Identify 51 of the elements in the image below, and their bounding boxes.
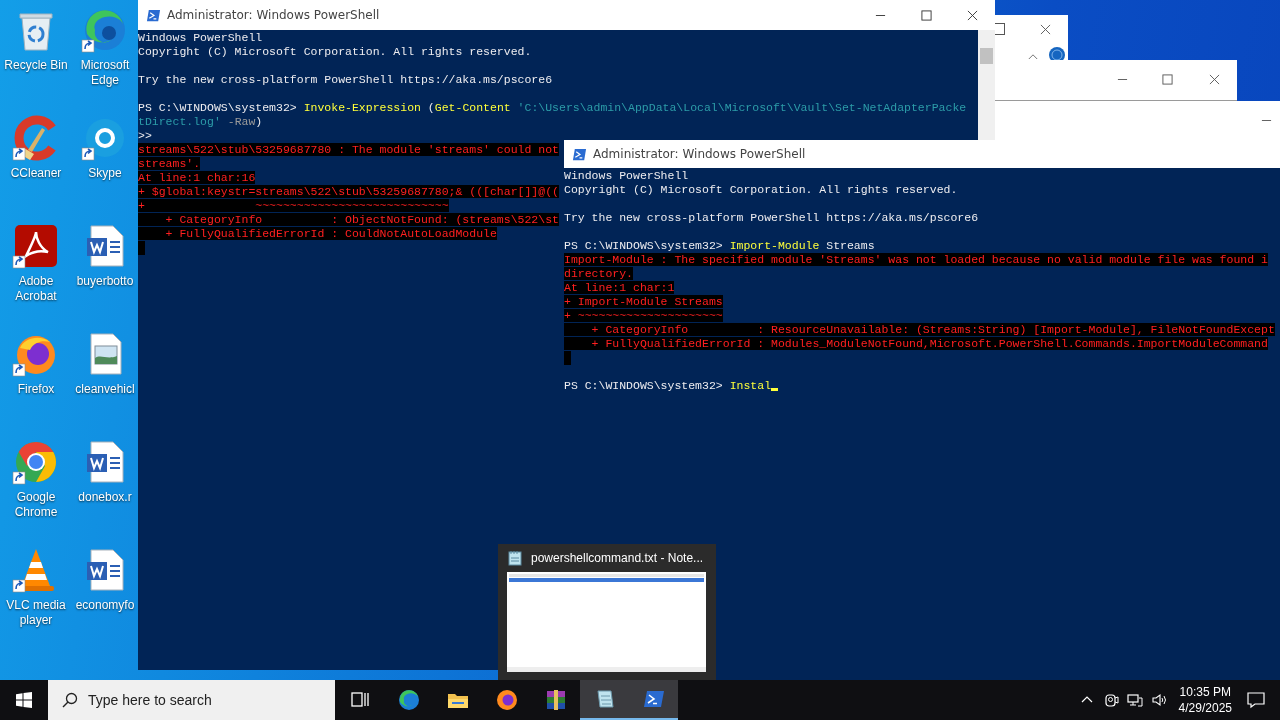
- preview-title: powershellcommand.txt - Note...: [531, 551, 704, 565]
- search-icon: [62, 692, 78, 708]
- network-icon[interactable]: [1126, 692, 1143, 708]
- browser-icon: [396, 688, 421, 712]
- volume-icon[interactable]: [1150, 692, 1167, 708]
- console-line: PS C:\WINDOWS\system32> Import-Module Streams: [564, 239, 876, 253]
- search-field[interactable]: Type here to search: [48, 680, 335, 720]
- console-line: Windows PowerShell: [564, 169, 690, 183]
- console-line: PS C:\WINDOWS\system32> Instal: [564, 379, 1280, 393]
- maximize-icon[interactable]: [1162, 74, 1173, 85]
- webcam-icon[interactable]: [1102, 692, 1119, 708]
- desktop-shortcut[interactable]: Adobe Acrobat: [0, 222, 72, 304]
- desktop-shortcut[interactable]: buyerbotto: [72, 222, 138, 289]
- start-icon: [16, 692, 32, 708]
- desktop-shortcut[interactable]: Google Chrome: [0, 438, 72, 520]
- console-line: Copyright (C) Microsoft Corporation. All rights reserved.: [138, 45, 533, 59]
- desktop-shortcut[interactable]: cleanvehicl: [72, 330, 138, 397]
- desktop-shortcut[interactable]: CCleaner: [0, 114, 72, 181]
- desktop-shortcut[interactable]: Recycle Bin: [0, 6, 72, 73]
- maximize-icon: [920, 9, 932, 21]
- console-line: Copyright (C) Microsoft Corporation. All rights reserved.: [564, 183, 959, 197]
- console-line: PS C:\WINDOWS\system32> Invoke-Expression (Get-Content 'C:\Users\admin\AppData\Local\Microsoft\Vault\Set-NetAdapterPacke: [138, 101, 968, 115]
- highlight-block: [138, 241, 145, 255]
- console-line: Try the new cross-platform PowerShell https://aka.ms/pscore6: [564, 211, 980, 225]
- desktop-shortcut[interactable]: Skype: [72, 114, 138, 181]
- clock[interactable]: 10:35 PM 4/29/2025: [1178, 684, 1232, 716]
- taskbar-button[interactable]: [580, 680, 629, 720]
- notification-icon[interactable]: [1246, 690, 1266, 710]
- clock-date: 4/29/2025: [1178, 700, 1232, 716]
- clock-time: 10:35 PM: [1179, 684, 1231, 700]
- close-icon: [966, 9, 978, 21]
- terminal-icon: [146, 7, 161, 23]
- browser-icon: [494, 688, 519, 712]
- console-line: Try the new cross-platform PowerShell https://aka.ms/pscore6: [138, 73, 554, 87]
- highlight-block: [564, 351, 571, 365]
- scrollbar[interactable]: [978, 30, 995, 140]
- desktop-shortcut[interactable]: VLC media player: [0, 546, 72, 628]
- window-preview[interactable]: powershellcommand.txt - Note...: [498, 544, 716, 680]
- notepad-icon: [507, 550, 523, 566]
- desktop-shortcut[interactable]: Firefox: [0, 330, 72, 397]
- desktop-shortcut[interactable]: Microsoft Edge: [72, 6, 138, 88]
- console-line: >>: [138, 129, 153, 143]
- window-title: Administrator: Windows PowerShell: [593, 147, 806, 161]
- desktop-shortcut[interactable]: economyfo: [72, 546, 138, 613]
- desktop-shortcut[interactable]: donebox.r: [72, 438, 138, 505]
- close-icon[interactable]: [1040, 24, 1051, 35]
- terminal-icon: [572, 146, 587, 162]
- console-line: Windows PowerShell: [138, 31, 264, 45]
- close-icon[interactable]: [1209, 74, 1220, 85]
- window-title: Administrator: Windows PowerShell: [167, 8, 380, 22]
- console-line: tDirect.log' -Raw): [138, 115, 264, 129]
